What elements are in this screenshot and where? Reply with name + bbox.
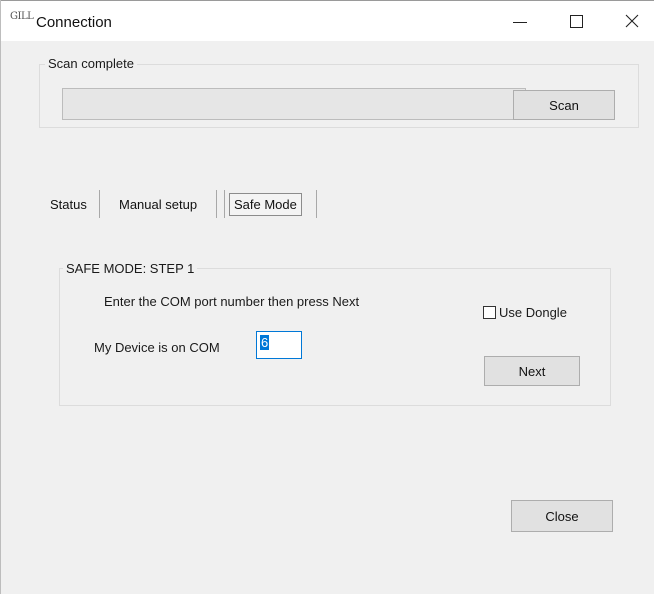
window-close-button[interactable] — [609, 2, 654, 40]
maximize-icon — [569, 14, 583, 28]
scan-group: Scan complete Scan — [39, 56, 639, 128]
title-bar[interactable]: GILL Connection — [1, 0, 654, 41]
close-icon — [625, 14, 639, 28]
com-port-value: 6 — [260, 335, 270, 350]
safe-mode-group: SAFE MODE: STEP 1 Enter the COM port num… — [59, 261, 611, 406]
safe-mode-step-label: SAFE MODE: STEP 1 — [63, 261, 198, 276]
app-logo-icon: GILL — [10, 11, 34, 22]
use-dongle-checkbox[interactable] — [483, 306, 496, 319]
scan-button[interactable]: Scan — [513, 90, 615, 120]
minimize-icon — [513, 21, 527, 23]
scan-progress-bar — [62, 88, 526, 120]
com-port-label: My Device is on COM — [94, 340, 220, 355]
window-title: Connection — [36, 14, 112, 31]
tab-manual-setup[interactable]: Manual setup — [109, 190, 217, 218]
use-dongle-option[interactable]: Use Dongle — [483, 305, 567, 320]
next-button[interactable]: Next — [484, 356, 580, 386]
use-dongle-label: Use Dongle — [499, 305, 567, 320]
com-port-input[interactable]: 6 — [256, 331, 302, 359]
maximize-button[interactable] — [553, 2, 599, 40]
connection-window: GILL Connection Scan complete Scan Statu… — [0, 0, 654, 594]
tab-divider — [316, 190, 317, 218]
tab-safe-mode-label: Safe Mode — [229, 192, 302, 216]
instruction-text: Enter the COM port number then press Nex… — [104, 294, 360, 309]
tab-status[interactable]: Status — [45, 190, 100, 218]
close-button[interactable]: Close — [511, 500, 613, 532]
tab-safe-mode[interactable]: Safe Mode — [224, 190, 316, 218]
minimize-button[interactable] — [497, 2, 543, 40]
scan-status-label: Scan complete — [45, 56, 137, 71]
